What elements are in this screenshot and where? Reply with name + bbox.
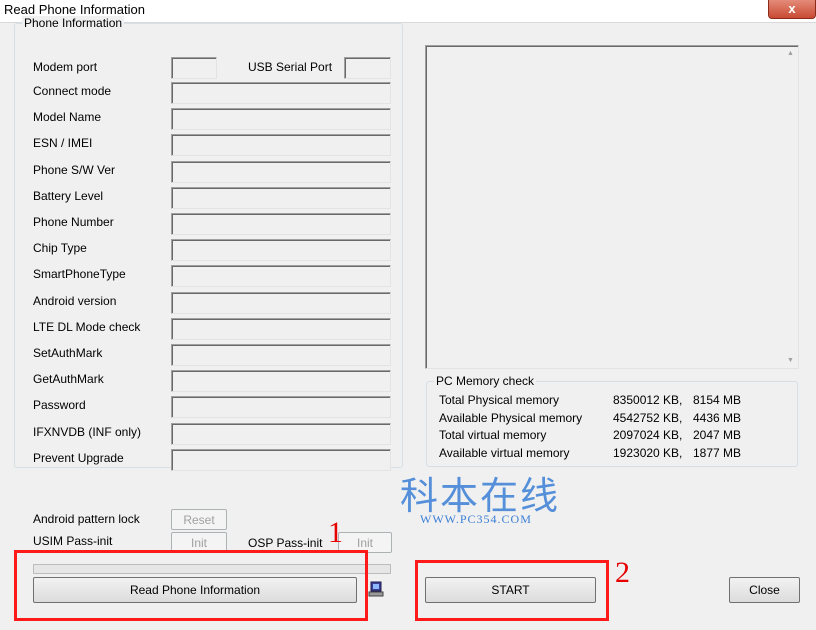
memory-row-kb: 4542752 KB, <box>613 410 683 425</box>
phone-information-group-title: Phone Information <box>22 16 125 30</box>
ifxnvdb-inf-only-field[interactable] <box>171 423 391 445</box>
memory-row-kb: 2097024 KB, <box>613 428 683 442</box>
annotation-box-2 <box>415 560 609 621</box>
model-name-field[interactable] <box>171 108 391 130</box>
phone-s-w-ver-field[interactable] <box>171 161 391 183</box>
setauthmark-field[interactable] <box>171 344 391 366</box>
memory-row-label: Total virtual memory <box>439 428 547 442</box>
watermark: 科本在线 WWW.PC354.COM <box>400 478 560 527</box>
pc-memory-group: PC Memory check Total Physical memory 835… <box>426 374 798 467</box>
close-button[interactable]: Close <box>729 577 800 603</box>
battery-level-field[interactable] <box>171 187 391 209</box>
memory-row-mb: 8154 MB <box>693 393 742 407</box>
window-close-button[interactable]: x <box>768 0 816 19</box>
phone-number-label: Phone Number <box>33 215 114 229</box>
phone-number-field[interactable] <box>171 213 391 235</box>
phone-s-w-ver-label: Phone S/W Ver <box>33 163 116 177</box>
memory-row-mb: 4436 MB <box>693 410 742 425</box>
android-pattern-lock-label: Android pattern lock <box>33 512 140 526</box>
smartphonetype-label: SmartPhoneType <box>33 267 126 281</box>
usb-serial-port-field[interactable] <box>344 57 391 79</box>
getauthmark-field[interactable] <box>171 370 391 392</box>
pc-memory-group-title: PC Memory check <box>434 374 537 388</box>
setauthmark-label: SetAuthMark <box>33 346 103 360</box>
watermark-glyphs: 科本在线 <box>400 476 561 518</box>
memory-row: Total Physical memory 8350012 KB, 8154 MB <box>439 393 741 407</box>
memory-row-mb: 1877 MB <box>693 445 742 460</box>
battery-level-label: Battery Level <box>33 189 104 203</box>
model-name-label: Model Name <box>33 110 102 124</box>
chip-type-field[interactable] <box>171 239 391 261</box>
password-field[interactable] <box>171 396 391 418</box>
memory-row-kb: 1923020 KB, <box>613 445 683 460</box>
lte-dl-mode-check-field[interactable] <box>171 318 391 340</box>
memory-row-label: Available virtual memory <box>439 445 570 460</box>
connect-mode-field[interactable] <box>171 82 391 104</box>
memory-row-kb: 8350012 KB, <box>613 393 683 407</box>
chip-type-label: Chip Type <box>33 241 87 255</box>
output-log-textbox[interactable]: ▲ ▼ <box>425 45 799 369</box>
memory-row: Available Physical memory 4542752 KB, 4436… <box>439 410 741 425</box>
esn-imei-label: ESN / IMEI <box>33 136 93 150</box>
reset-button[interactable]: Reset <box>171 509 227 530</box>
prevent-upgrade-label: Prevent Upgrade <box>33 451 124 465</box>
annotation-box-1 <box>14 550 368 621</box>
memory-row-label: Total Physical memory <box>439 393 560 407</box>
esn-imei-field[interactable] <box>171 134 391 156</box>
password-label: Password <box>33 398 86 412</box>
dialog-client-area: Phone Information Modem port USB Serial … <box>0 16 816 630</box>
memory-row-label: Available Physical memory <box>439 410 583 425</box>
scroll-up-arrow-icon[interactable]: ▲ <box>787 50 794 57</box>
connect-mode-label: Connect mode <box>33 84 112 98</box>
modem-port-label: Modem port <box>33 60 98 74</box>
annotation-number-1: 1 <box>328 516 343 549</box>
memory-row: Available virtual memory 1923020 KB, 1877 … <box>439 445 741 460</box>
usb-serial-port-label: USB Serial Port <box>248 60 333 74</box>
android-version-label: Android version <box>33 294 117 308</box>
lte-dl-mode-check-label: LTE DL Mode check <box>33 320 141 334</box>
prevent-upgrade-field[interactable] <box>171 449 391 471</box>
ifxnvdb-inf-only-label: IFXNVDB (INF only) <box>33 425 142 439</box>
modem-port-field[interactable] <box>171 57 217 79</box>
android-version-field[interactable] <box>171 292 391 314</box>
getauthmark-label: GetAuthMark <box>33 372 104 386</box>
window-title: Read Phone Information <box>4 2 145 17</box>
scroll-down-arrow-icon[interactable]: ▼ <box>787 357 794 364</box>
memory-row: Total virtual memory 2097024 KB, 2047 MB <box>439 428 741 442</box>
osp-pass-init-label: OSP Pass-init <box>248 536 323 550</box>
memory-row-mb: 2047 MB <box>693 428 742 442</box>
phone-device-icon <box>368 581 384 597</box>
annotation-number-2: 2 <box>615 556 630 589</box>
smartphonetype-field[interactable] <box>171 265 391 287</box>
usim-pass-init-label: USIM Pass-init <box>33 534 113 548</box>
